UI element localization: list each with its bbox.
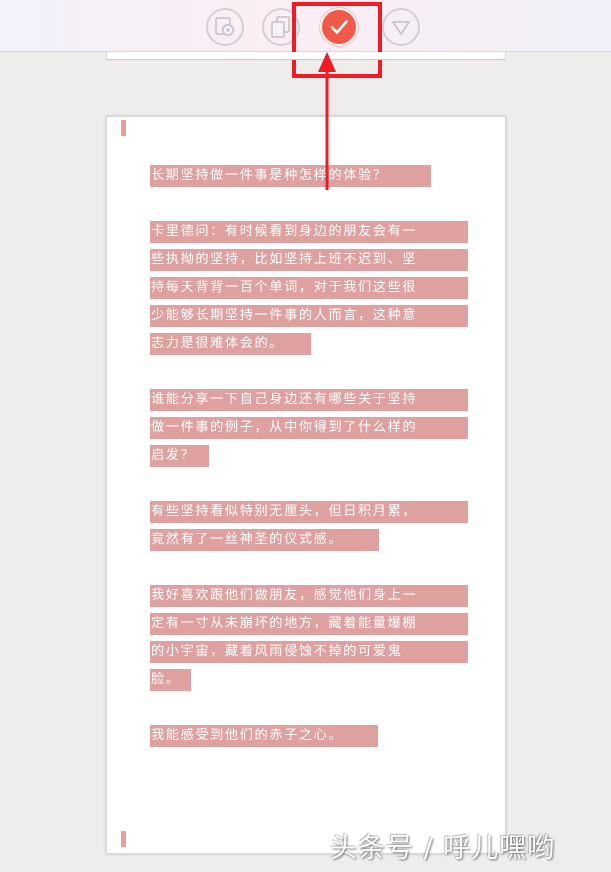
text-line[interactable]: 志力是很难体会的。 <box>150 333 311 355</box>
text-line[interactable]: 我能感受到他们的赤子之心。 <box>150 725 378 747</box>
text-line[interactable]: 长期坚持做一件事是种怎样的体验？ <box>150 165 431 187</box>
text-line[interactable]: 我好喜欢跟他们做朋友，感觉他们身上一 <box>150 585 468 607</box>
text-line[interactable]: 持每天背背一百个单词，对于我们这些很 <box>150 277 468 299</box>
picture-icon[interactable] <box>206 8 244 46</box>
text-line[interactable]: 启发？ <box>150 445 209 467</box>
watermark: 头条号 / 呼儿嘿哟 <box>330 833 556 864</box>
text-line[interactable]: 少能够长期坚持一件事的人而言，这种意 <box>150 305 468 327</box>
text-line[interactable]: 竟然有了一丝神圣的仪式感。 <box>150 529 379 551</box>
text-line[interactable]: 定有一寸从未崩坏的地方，藏着能量爆棚 <box>150 613 468 635</box>
text-line[interactable]: 谁能分享一下自己身边还有哪些关于坚持 <box>150 389 468 411</box>
text-line[interactable]: 的小宇宙，藏着风雨侵蚀不掉的可爱鬼 <box>150 641 468 663</box>
annotation-highlight-box <box>292 2 382 78</box>
page-margin-marker-bottom <box>121 831 126 847</box>
text-line[interactable]: 做一件事的例子，从中你得到了什么样的 <box>150 417 468 439</box>
page-margin-marker-top <box>121 120 126 136</box>
triangle-down-icon[interactable] <box>382 8 420 46</box>
text-line[interactable]: 有些坚持看似特别无厘头，但日积月累， <box>150 501 468 523</box>
previous-page-edge <box>106 52 506 60</box>
text-line[interactable]: 脸。 <box>150 669 191 691</box>
text-line[interactable]: 些执拗的坚持，比如坚持上班不迟到、坚 <box>150 249 468 271</box>
text-line[interactable]: 卡里德问：有时候看到身边的朋友会有一 <box>150 221 468 243</box>
